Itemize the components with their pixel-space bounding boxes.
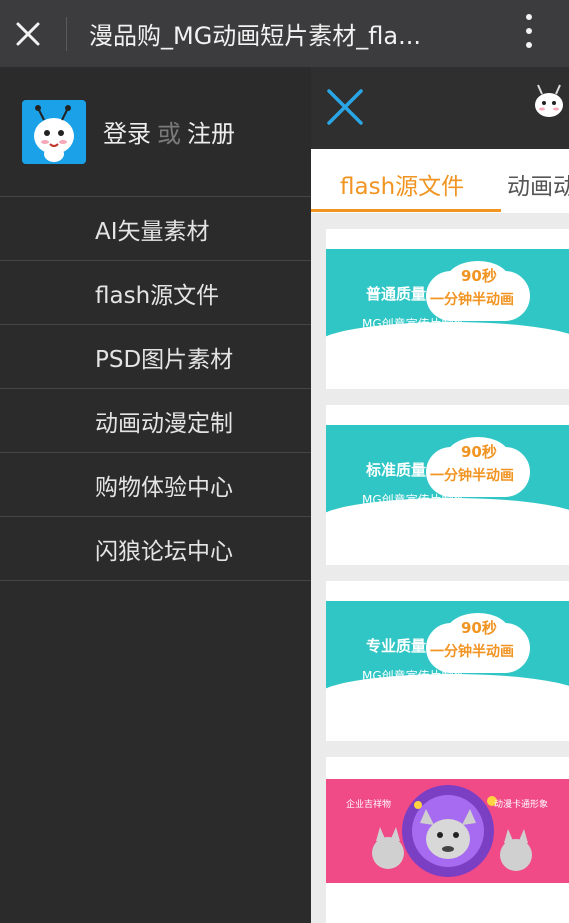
product-card[interactable]: 专业质量 90秒 一分钟半动画 MG创意宣传片制作 — [326, 581, 569, 741]
banner-left-text: 企业吉祥物 — [346, 800, 392, 810]
category-tabs: flash源文件 动画动 — [311, 149, 569, 213]
page-header — [311, 67, 569, 149]
browser-toolbar: 漫品购_MG动画短片素材_fla... — [0, 0, 569, 67]
banner-headline: 一分钟半动画 — [430, 292, 514, 308]
register-link[interactable]: 注册 — [187, 120, 235, 148]
banner-right-text: 动漫卡通形象 — [494, 800, 549, 810]
menu-item-forum-center[interactable]: 闪狼论坛中心 — [0, 517, 311, 581]
banner-badge: 90秒 — [461, 619, 497, 637]
product-banner: 专业质量 90秒 一分钟半动画 MG创意宣传片制作 — [326, 601, 569, 696]
menu-item-ai-vector[interactable]: AI矢量素材 — [0, 197, 311, 261]
login-link[interactable]: 登录 — [103, 120, 151, 148]
banner-headline: 一分钟半动画 — [430, 468, 514, 484]
banner-subtitle: MG创意宣传片制作 — [362, 317, 466, 331]
active-tab-indicator — [311, 209, 501, 212]
product-banner: 企业吉祥物 动漫卡通形象 — [326, 779, 569, 883]
site-logo[interactable] — [529, 81, 569, 125]
close-icon — [327, 89, 363, 125]
menu-item-flash-source[interactable]: flash源文件 — [0, 261, 311, 325]
close-button[interactable] — [0, 0, 56, 67]
more-dot-icon — [526, 14, 532, 20]
product-banner: 普通质量 90秒 一分钟半动画 MG创意宣传片制作 — [326, 249, 569, 344]
more-dot-icon — [526, 28, 532, 34]
product-card[interactable]: 标准质量 90秒 一分钟半动画 MG创意宣传片制作 — [326, 405, 569, 565]
avatar[interactable] — [22, 99, 86, 164]
menu-item-shopping-center[interactable]: 购物体验中心 — [0, 453, 311, 517]
banner-subtitle: MG创意宣传片制作 — [362, 493, 466, 507]
banner-quality: 专业质量 — [366, 637, 427, 655]
menu-item-psd-images[interactable]: PSD图片素材 — [0, 325, 311, 389]
mascot-icon — [535, 84, 563, 117]
product-card[interactable]: 普通质量 90秒 一分钟半动画 MG创意宣传片制作 — [326, 229, 569, 389]
mascot-icon — [22, 99, 86, 164]
more-menu-button[interactable] — [525, 14, 533, 48]
product-banner: 标准质量 90秒 一分钟半动画 MG创意宣传片制作 — [326, 425, 569, 520]
side-drawer: 登录或注册 AI矢量素材 flash源文件 PSD图片素材 动画动漫定制 购物体… — [0, 67, 311, 923]
mascot-illustration-icon — [372, 785, 532, 877]
login-register: 登录或注册 — [103, 114, 235, 149]
page-title: 漫品购_MG动画短片素材_fla... — [89, 22, 422, 50]
tab-flash-source[interactable]: flash源文件 — [340, 167, 464, 201]
banner-quality: 普通质量 — [366, 285, 427, 303]
toolbar-divider — [66, 16, 67, 51]
tab-animation[interactable]: 动画动 — [507, 167, 569, 201]
user-section: 登录或注册 — [0, 67, 311, 197]
banner-badge: 90秒 — [461, 443, 497, 461]
or-separator: 或 — [157, 120, 181, 148]
more-dot-icon — [526, 42, 532, 48]
close-menu-button[interactable] — [325, 87, 365, 131]
menu-item-animation-custom[interactable]: 动画动漫定制 — [0, 389, 311, 453]
banner-subtitle: MG创意宣传片制作 — [362, 669, 466, 683]
page-content: flash源文件 动画动 普通质量 90秒 一分钟半动画 MG创意宣传片制作 标… — [311, 67, 569, 923]
product-card[interactable]: 企业吉祥物 动漫卡通形象 — [326, 757, 569, 923]
banner-headline: 一分钟半动画 — [430, 644, 514, 660]
close-icon — [16, 22, 40, 45]
banner-badge: 90秒 — [461, 267, 497, 285]
banner-quality: 标准质量 — [366, 461, 427, 479]
